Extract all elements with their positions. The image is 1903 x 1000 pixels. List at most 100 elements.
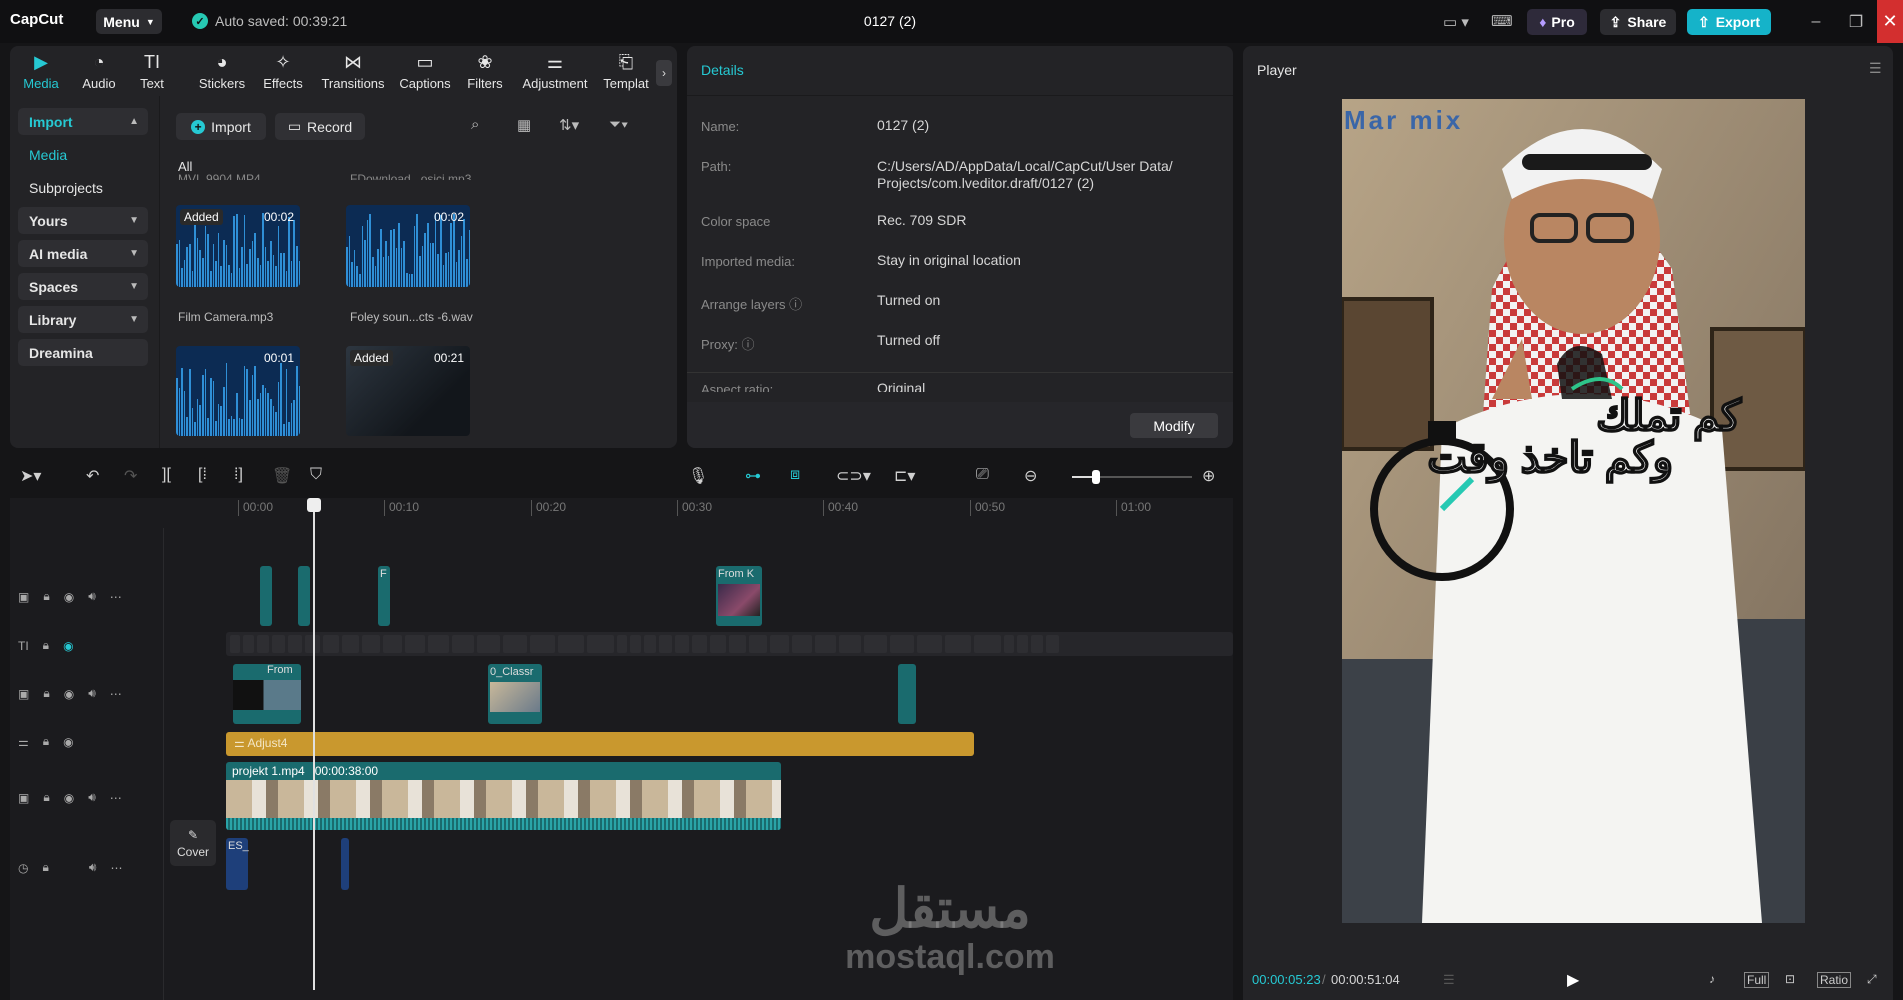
zoom-slider-handle[interactable] <box>1092 470 1100 484</box>
speaker-icon[interactable]: 🔊︎ <box>88 686 96 701</box>
shortcuts-icon[interactable]: ⌨ <box>1491 12 1513 30</box>
delete-icon[interactable]: 🗑 <box>272 466 292 486</box>
text-segment[interactable] <box>917 635 942 653</box>
sidebar-item-library[interactable]: Library ▼ <box>18 306 148 333</box>
audio-clip[interactable]: ES_ <box>226 838 249 890</box>
media-clip-video[interactable]: Added 00:21 <box>346 346 470 436</box>
more-icon[interactable]: ⋯ <box>110 590 122 604</box>
video-preview[interactable]: Mar mix كم تملك وكم تاخذ وقت <box>1342 99 1805 923</box>
link-icon[interactable]: ⊂⊃▾ <box>836 466 871 486</box>
timeline-clip[interactable]: From K <box>716 566 762 626</box>
text-segment[interactable] <box>659 635 672 653</box>
tiktok-icon[interactable]: ♪ <box>1709 972 1715 986</box>
search-icon[interactable]: ⌕ <box>471 116 479 133</box>
text-segment[interactable] <box>257 635 269 653</box>
tab-effects[interactable]: ✧ Effects <box>260 52 306 96</box>
media-clip-foley[interactable]: 00:02 <box>346 205 470 287</box>
lock-icon[interactable]: 🔒︎ <box>43 790 49 805</box>
menu-button[interactable]: Menu ▼ <box>96 9 162 34</box>
text-segment[interactable] <box>452 635 474 653</box>
text-segment[interactable] <box>362 635 380 653</box>
speaker-icon[interactable]: 🔊︎ <box>88 790 96 805</box>
sidebar-item-ai-media[interactable]: AI media ▼ <box>18 240 148 267</box>
text-segment[interactable] <box>342 635 359 653</box>
eye-icon[interactable]: ◉ <box>63 735 73 749</box>
text-segment[interactable] <box>323 635 339 653</box>
filter-icon[interactable]: ⏷▾ <box>609 116 628 133</box>
sidebar-item-yours[interactable]: Yours ▼ <box>18 207 148 234</box>
play-icon[interactable]: ▶ <box>1567 970 1579 990</box>
fullscreen-icon[interactable]: ⤢ <box>1867 972 1877 987</box>
shield-icon[interactable]: ⛉ <box>310 466 322 484</box>
screen-icon[interactable]: ⎚ <box>976 466 989 484</box>
speaker-icon[interactable]: 🔊︎ <box>89 860 97 875</box>
text-segment[interactable] <box>815 635 836 653</box>
auto-snap-icon[interactable]: ⧈ <box>790 466 800 484</box>
sidebar-item-media[interactable]: Media <box>18 141 148 168</box>
full-button[interactable]: Full <box>1744 972 1770 988</box>
time-ruler[interactable]: 00:00 00:10 00:20 00:30 00:40 00:50 01:0… <box>170 498 1233 528</box>
text-segment[interactable] <box>383 635 402 653</box>
text-segment[interactable] <box>792 635 812 653</box>
eye-icon[interactable]: ◉ <box>64 791 74 805</box>
grid-view-icon[interactable]: ▦ <box>517 116 531 134</box>
zoom-icon[interactable]: ⊡ <box>1785 972 1795 986</box>
audio-clip[interactable] <box>341 838 349 890</box>
text-segment[interactable] <box>503 635 527 653</box>
eye-icon[interactable]: ◉ <box>64 590 74 604</box>
restore-button[interactable]: ❐ <box>1843 9 1869 35</box>
split-icon[interactable]: ][ <box>162 466 171 484</box>
select-cursor-icon[interactable]: ➤▾ <box>20 466 41 486</box>
tab-transitions[interactable]: ⋈ Transitions <box>319 52 387 96</box>
pro-button[interactable]: ♦ Pro <box>1527 9 1587 35</box>
text-segment[interactable] <box>890 635 914 653</box>
text-segment[interactable] <box>477 635 500 653</box>
text-segment[interactable] <box>558 635 584 653</box>
zoom-out-icon[interactable]: ⊖ <box>1024 466 1037 486</box>
text-segment[interactable] <box>692 635 707 653</box>
lock-icon[interactable]: 🔒︎ <box>43 734 49 749</box>
share-button[interactable]: ⇪ Share <box>1600 9 1676 35</box>
lock-icon[interactable]: 🔒︎ <box>43 686 49 701</box>
record-button[interactable]: ▭ Record <box>275 113 365 140</box>
export-button[interactable]: ⇧ Export <box>1687 9 1771 35</box>
split-left-icon[interactable]: [⁞ <box>198 466 207 484</box>
tab-text[interactable]: TI Text <box>134 52 170 96</box>
text-segment[interactable] <box>405 635 425 653</box>
text-segment[interactable] <box>428 635 449 653</box>
help-icon[interactable]: ⓘ <box>741 337 754 352</box>
split-right-icon[interactable]: ⁞] <box>234 466 243 484</box>
tab-stickers[interactable]: ◕ Stickers <box>196 52 248 96</box>
text-segment[interactable] <box>839 635 861 653</box>
text-segment[interactable] <box>729 635 746 653</box>
more-icon[interactable]: ⋯ <box>110 791 122 805</box>
more-icon[interactable]: ⋯ <box>110 687 122 701</box>
lock-icon[interactable]: 🔒︎ <box>42 860 48 875</box>
main-video-clip[interactable]: projekt 1.mp4 00:00:38:00 <box>226 762 781 830</box>
text-segment[interactable] <box>945 635 971 653</box>
playhead[interactable] <box>313 498 315 990</box>
text-segment[interactable] <box>272 635 285 653</box>
tab-audio[interactable]: ◔ Audio <box>76 52 122 96</box>
chevron-right-icon[interactable]: › <box>656 60 672 86</box>
minimize-button[interactable]: – <box>1803 9 1829 35</box>
sidebar-item-dreamina[interactable]: Dreamina <box>18 339 148 366</box>
adjustment-clip[interactable]: ⚌ Adjust4 <box>226 732 974 756</box>
zoom-in-icon[interactable]: ⊕ <box>1202 466 1215 486</box>
preview-axis-icon[interactable]: ⊏▾ <box>894 466 915 486</box>
text-segment[interactable] <box>710 635 726 653</box>
text-segment[interactable] <box>230 635 240 653</box>
undo-icon[interactable]: ↶ <box>86 466 99 486</box>
main-track-magnet-icon[interactable]: ⊶ <box>745 466 761 486</box>
text-segment[interactable] <box>530 635 555 653</box>
text-segment[interactable] <box>864 635 887 653</box>
tab-captions[interactable]: ▭ Captions <box>397 52 453 96</box>
timeline-clip[interactable]: From <box>233 664 301 724</box>
timeline-clip[interactable] <box>898 664 916 724</box>
tab-filters[interactable]: ❀ Filters <box>463 52 507 96</box>
lock-icon[interactable]: 🔒︎ <box>43 638 49 653</box>
tab-media[interactable]: ▶ Media <box>18 52 64 96</box>
ratio-button[interactable]: Ratio <box>1817 972 1852 988</box>
text-segment[interactable] <box>1017 635 1028 653</box>
redo-icon[interactable]: ↷ <box>124 466 137 486</box>
